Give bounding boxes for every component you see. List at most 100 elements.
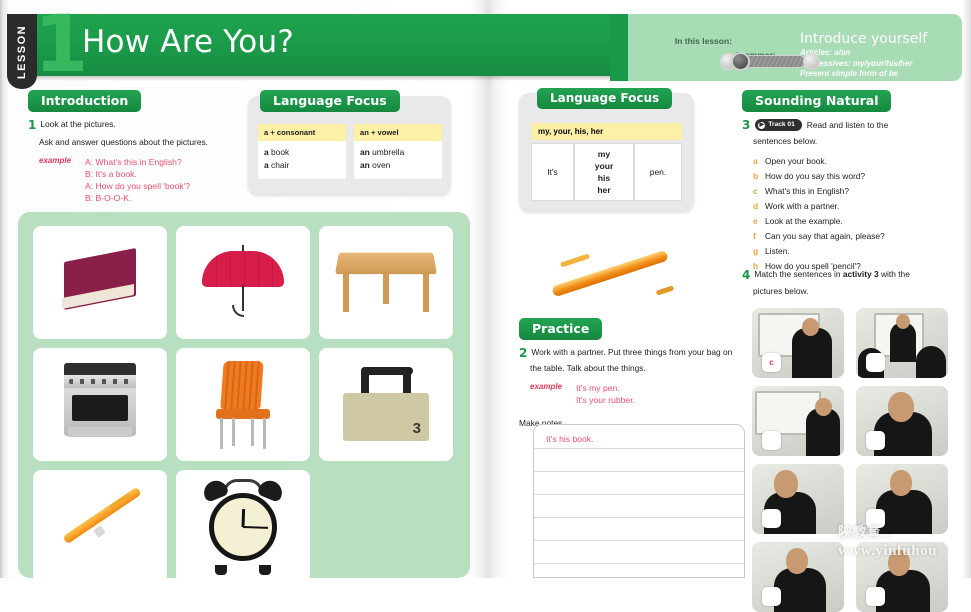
column-header: an + vowel [354,124,442,141]
sounding-natural-section: Sounding Natural 3 ▶ Track 01 Read and li… [742,90,967,274]
possessives-table-header: my, your, his, her [531,123,682,140]
possessive-cell: my your his her [574,143,634,201]
language-focus-2-heading: Language Focus [537,88,673,109]
introduction-step-1: 1 Look at the pictures. [28,118,243,132]
picture-card-pen[interactable] [33,470,167,583]
picture-card-book[interactable] [33,226,167,339]
item-text: How do you say this word? [765,170,866,181]
info-box-accent [610,14,628,81]
list-item: d Work with a partner. [753,199,967,214]
volume-icon[interactable] [803,53,820,70]
article-word: an [360,160,370,170]
item-letter: d [753,200,759,211]
object-cell: pen. [634,143,682,201]
answer-box[interactable] [866,353,885,372]
photo-card[interactable] [752,542,844,612]
watermark-url: www.yinfuhou [838,543,937,559]
table-image [335,252,437,314]
line-post: with the [878,269,910,279]
chair-image [212,360,274,449]
item-letter: a [753,155,758,166]
picture-card-bag[interactable]: 3 [319,348,453,461]
possessives-table: It's my your his her pen. [531,143,682,201]
dialog-line: B: B-O-O-K. [85,192,132,203]
answer-box[interactable] [866,587,885,606]
player-knob[interactable] [731,52,750,71]
sounding-instruction-2: sentences below. [753,136,818,146]
play-icon[interactable]: ▶ [758,122,766,129]
language-focus-box-1: Language Focus a + consonant a book a ch… [248,90,451,194]
subject-cell: It's [531,143,574,201]
list-item: a Open your book. [753,154,967,169]
practice-examples: It's my pen. It's your rubber. [576,382,635,406]
article-example: a chair [264,159,340,172]
watermark-chinese: 陕教育... [838,526,894,541]
photo-card[interactable] [752,464,844,534]
article-example: a book [264,146,340,159]
header-band-shadow [20,76,620,81]
watermark: 陕教育... www.yinfuhou [838,522,971,560]
dialog-line: A: What's this in English? [85,156,182,167]
clock-image [200,476,286,575]
item-letter: c [753,185,758,196]
item-letter: g [753,245,759,256]
example-line: It's your rubber. [576,394,635,405]
answer-box[interactable] [762,587,781,606]
introduction-line-1: Look at the pictures. [40,119,116,129]
activity-4-section: 4 Match the sentences in activity 3 with… [742,268,967,298]
column-header: a + consonant [258,124,346,141]
example-label: example [530,381,563,391]
picture-card-oven[interactable] [33,348,167,461]
introduction-section: Introduction 1 Look at the pictures. Ask… [28,90,243,204]
language-focus-1-heading: Language Focus [260,90,400,112]
lesson-info-box: In this lesson: Introduce yourself Gramm… [610,14,962,81]
activity-4-photo-grid: c [752,308,948,612]
noun-word: umbrella [372,147,405,157]
picture-card-table[interactable] [319,226,453,339]
page-title: How Are You? [82,24,294,60]
answer-box[interactable]: c [762,353,781,372]
list-item: c What's this in English? [753,184,967,199]
sounding-sentence-list: a Open your book. b How do you say this wo… [753,154,967,274]
book-image [60,247,140,311]
item-text: What's this in English? [765,185,849,196]
practice-heading: Practice [519,318,603,340]
article-example: an umbrella [360,146,436,159]
lesson-tab-label: LESSON [16,24,28,79]
activity-4-line-2: pictures below. [753,286,809,296]
photo-card[interactable] [856,386,948,456]
item-text: Work with a partner. [765,200,840,211]
answer-box[interactable] [866,431,885,450]
in-this-lesson-value: Introduce yourself [800,31,928,47]
practice-section: Practice 2 Work with a partner. Put thre… [519,318,744,429]
audio-track-badge[interactable]: ▶ Track 01 [755,119,802,131]
item-text: Can you say that again, please? [765,230,885,241]
photo-card[interactable] [856,308,948,378]
answer-box[interactable] [762,431,781,450]
picture-card-clock[interactable] [176,470,310,583]
picture-grid: 3 [33,226,453,583]
introduction-heading: Introduction [28,90,142,112]
pen-illustration [540,240,680,310]
articles-table: a + consonant a book a chair an + vowel … [258,124,442,179]
list-item: g Listen. [753,244,967,259]
answer-box[interactable] [762,509,781,528]
item-text: Open your book. [765,155,827,166]
list-item: b How do you say this word? [753,169,967,184]
lesson-number: 1 [34,0,89,90]
activity-number: 1 [28,118,37,132]
possessive-word: my [597,149,611,159]
picture-panel: 3 [18,212,470,583]
dialog-line: A: How do you spell 'book'? [85,180,191,191]
audio-player[interactable] [720,52,820,72]
picture-card-umbrella[interactable] [176,226,310,339]
sounding-natural-heading: Sounding Natural [742,90,892,112]
picture-card-chair[interactable] [176,348,310,461]
activity-4-line-1: Match the sentences in activity 3 with t… [754,268,910,282]
list-item: e Look at the example. [753,214,967,229]
possessive-word: her [597,185,611,195]
photo-card[interactable] [752,386,844,456]
photo-card[interactable]: c [752,308,844,378]
handwritten-note: It's his book. [546,434,594,444]
notes-box[interactable]: It's his book. [533,424,745,578]
